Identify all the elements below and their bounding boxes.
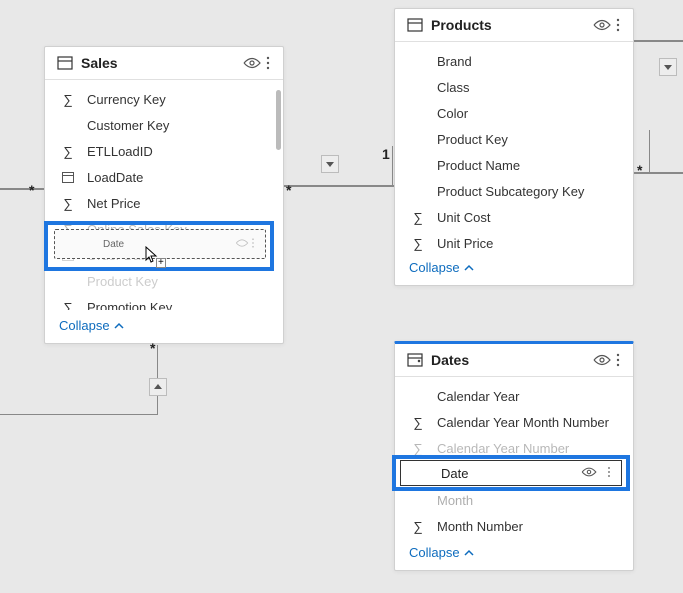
field-row[interactable]: ∑Unit Price bbox=[395, 230, 633, 252]
sigma-icon: ∑ bbox=[59, 300, 77, 311]
cardinality-many: * bbox=[286, 182, 291, 198]
sigma-icon: ∑ bbox=[409, 236, 427, 251]
sigma-icon: ∑ bbox=[59, 144, 77, 159]
field-row[interactable]: ∑Net Price bbox=[45, 190, 283, 216]
cardinality-many: * bbox=[637, 162, 642, 178]
table-icon bbox=[57, 55, 73, 71]
field-row[interactable]: ∑Calendar Year Month Number bbox=[395, 409, 633, 435]
selected-field-date[interactable]: Date bbox=[400, 460, 622, 486]
table-dates[interactable]: Dates Calendar Year ∑Calendar Year Month… bbox=[394, 341, 634, 571]
chevron-up-icon bbox=[464, 545, 474, 560]
field-row[interactable]: ∑Calendar Year Number bbox=[395, 435, 633, 461]
visibility-icon[interactable] bbox=[581, 466, 597, 481]
copy-badge: + bbox=[156, 258, 166, 268]
field-list[interactable]: Calendar Year ∑Calendar Year Month Numbe… bbox=[395, 377, 633, 537]
field-row[interactable]: Color bbox=[395, 100, 633, 126]
table-sales[interactable]: Sales ∑Currency Key Customer Key ∑ETLLoa… bbox=[44, 46, 284, 344]
table-products[interactable]: Products Brand Class Color Product Key P… bbox=[394, 8, 634, 286]
table-header[interactable]: Products bbox=[395, 9, 633, 42]
sigma-icon: ∑ bbox=[59, 92, 77, 107]
sigma-icon: ∑ bbox=[59, 196, 77, 211]
more-icon bbox=[249, 237, 257, 252]
sigma-icon: ∑ bbox=[409, 210, 427, 225]
cardinality-many: * bbox=[29, 182, 34, 198]
field-list[interactable]: ∑Currency Key Customer Key ∑ETLLoadID Lo… bbox=[45, 80, 283, 310]
field-list[interactable]: Brand Class Color Product Key Product Na… bbox=[395, 42, 633, 252]
more-icon[interactable] bbox=[605, 465, 613, 482]
more-icon[interactable] bbox=[263, 55, 273, 71]
more-icon[interactable] bbox=[613, 352, 623, 368]
collapse-link[interactable]: Collapse bbox=[395, 252, 633, 285]
table-title: Sales bbox=[81, 55, 235, 71]
collapse-link[interactable]: Collapse bbox=[45, 310, 283, 343]
model-canvas[interactable]: * 1 * 1 * * Sales ∑Currency Key Cust bbox=[0, 0, 683, 593]
field-row[interactable]: Customer Key bbox=[45, 112, 283, 138]
chevron-up-icon bbox=[464, 260, 474, 275]
chevron-up-icon bbox=[114, 318, 124, 333]
field-row[interactable]: Product Key bbox=[45, 268, 283, 294]
field-row[interactable]: Product Key bbox=[395, 126, 633, 152]
table-header[interactable]: Sales bbox=[45, 47, 283, 80]
drag-ghost: Date bbox=[54, 229, 266, 259]
sigma-icon: ∑ bbox=[409, 519, 427, 534]
field-row[interactable]: Calendar Year bbox=[395, 383, 633, 409]
filter-direction-arrow bbox=[659, 58, 677, 76]
collapse-link[interactable]: Collapse bbox=[395, 537, 633, 570]
field-row[interactable]: ∑Unit Cost bbox=[395, 204, 633, 230]
visibility-icon[interactable] bbox=[243, 56, 261, 70]
table-icon bbox=[407, 17, 423, 33]
filter-direction-arrow bbox=[321, 155, 339, 173]
calendar-icon bbox=[59, 170, 77, 184]
field-row[interactable]: ∑ETLLoadID bbox=[45, 138, 283, 164]
filter-direction-arrow bbox=[149, 378, 167, 396]
field-row[interactable]: Class bbox=[395, 74, 633, 100]
field-row[interactable]: LoadDate bbox=[45, 164, 283, 190]
field-row[interactable]: ∑Currency Key bbox=[45, 86, 283, 112]
field-row[interactable]: Brand bbox=[395, 48, 633, 74]
visibility-icon[interactable] bbox=[593, 353, 611, 367]
table-header[interactable]: Dates bbox=[395, 344, 633, 377]
visibility-icon[interactable] bbox=[593, 18, 611, 32]
field-row[interactable]: Product Name bbox=[395, 152, 633, 178]
cardinality-one: 1 bbox=[382, 146, 390, 162]
table-title: Dates bbox=[431, 352, 585, 368]
sigma-icon: ∑ bbox=[409, 415, 427, 430]
visibility-icon bbox=[235, 238, 249, 251]
field-row[interactable]: Month bbox=[395, 487, 633, 513]
field-row[interactable]: ∑Promotion Key bbox=[45, 294, 283, 310]
sigma-icon: ∑ bbox=[409, 441, 427, 456]
cardinality-many: * bbox=[150, 340, 155, 356]
calculation-table-icon bbox=[407, 352, 423, 368]
field-row[interactable]: ∑Month Number bbox=[395, 513, 633, 537]
scrollbar-thumb[interactable] bbox=[276, 90, 281, 150]
field-row[interactable]: Product Subcategory Key bbox=[395, 178, 633, 204]
table-title: Products bbox=[431, 17, 585, 33]
more-icon[interactable] bbox=[613, 17, 623, 33]
